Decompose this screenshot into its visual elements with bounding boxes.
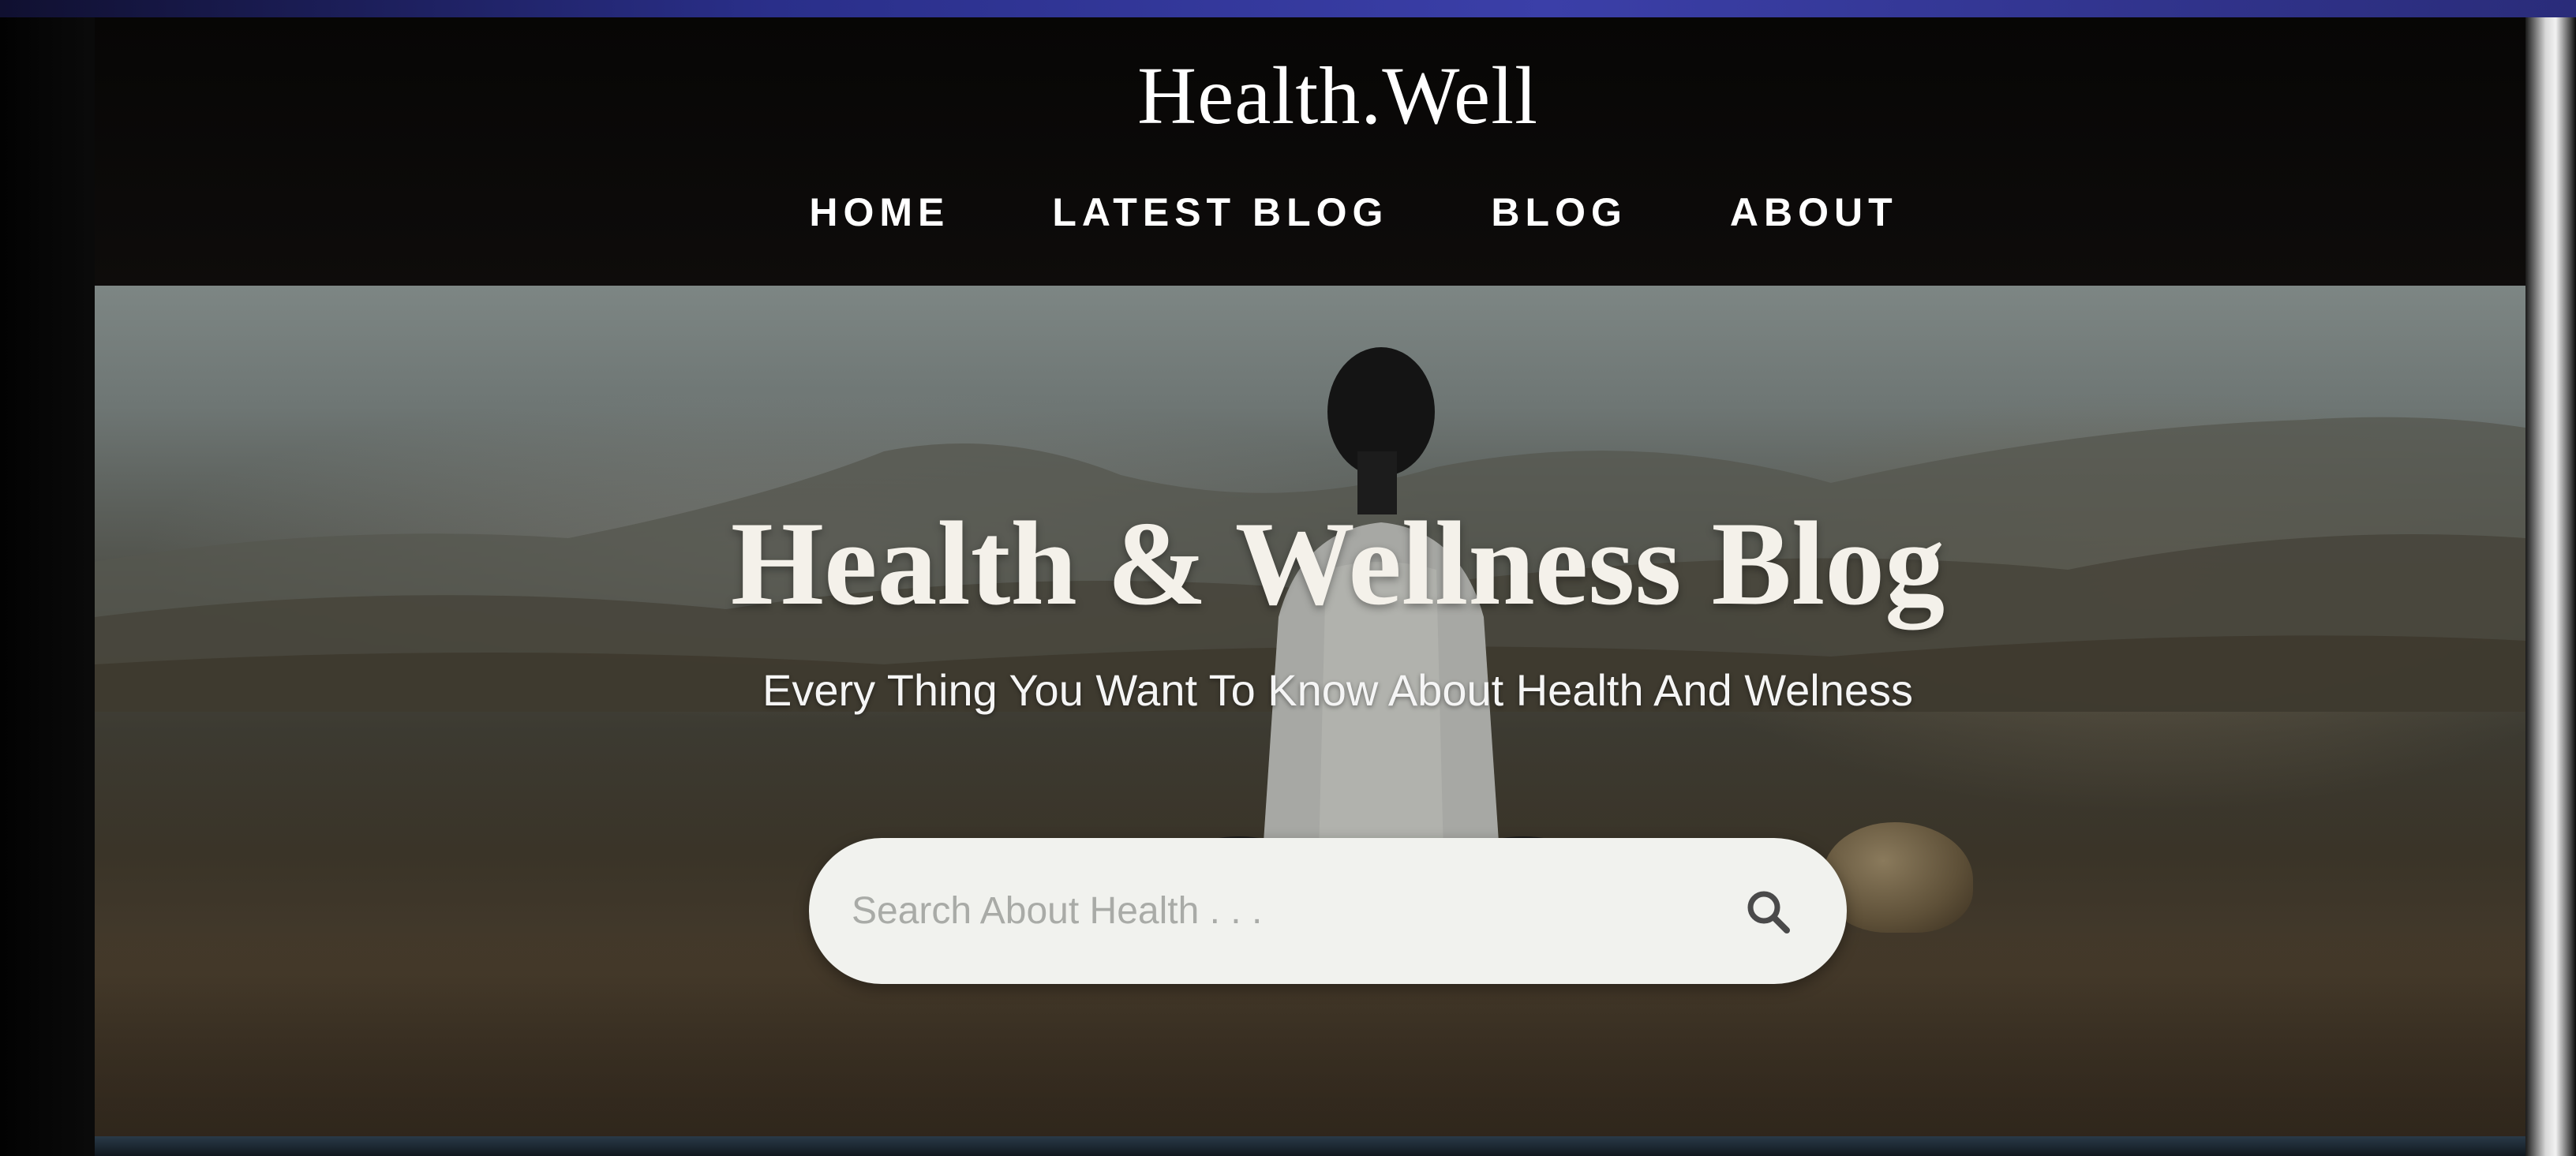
scrollbar[interactable] [2525,17,2576,1156]
search-button[interactable] [1736,880,1799,943]
nav-home[interactable]: HOME [809,189,949,235]
nav-about[interactable]: ABOUT [1730,189,1898,235]
main-nav: HOME LATEST BLOG BLOG ABOUT [95,189,2525,235]
nav-latest-blog[interactable]: LATEST BLOG [1052,189,1388,235]
browser-viewport: Health.Well HOME LATEST BLOG BLOG ABOUT [95,17,2525,1138]
os-taskbar [95,1136,2525,1156]
monitor-top-strip [0,0,2576,17]
hero-subtitle: Every Thing You Want To Know About Healt… [762,665,1913,715]
nav-blog[interactable]: BLOG [1491,189,1627,235]
monitor-left-bezel [0,17,103,1156]
search-input[interactable] [850,889,1736,933]
search-bar [809,838,1847,984]
site-header: Health.Well HOME LATEST BLOG BLOG ABOUT [95,17,2525,290]
search-icon [1747,891,1790,933]
site-logo[interactable]: Health.Well [95,49,2525,143]
hero-banner: Health & Wellness Blog Every Thing You W… [95,286,2525,1138]
hero-title: Health & Wellness Blog [730,497,1945,630]
